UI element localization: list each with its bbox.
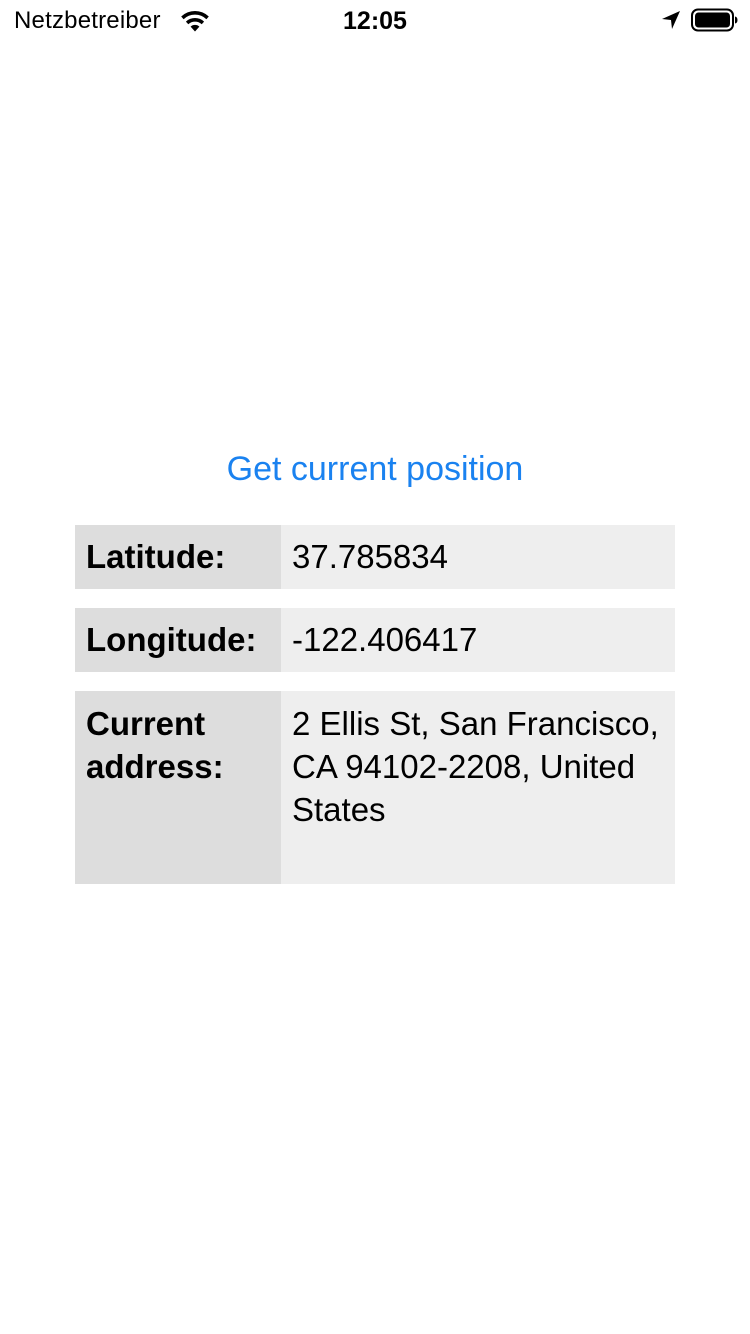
- longitude-label: Longitude:: [75, 608, 281, 672]
- latitude-value: 37.785834: [281, 525, 675, 589]
- location-arrow-icon: [662, 11, 680, 29]
- latitude-row: Latitude: 37.785834: [75, 525, 675, 589]
- address-value: 2 Ellis St, San Francisco, CA 94102-2208…: [281, 691, 675, 884]
- latitude-label: Latitude:: [75, 525, 281, 589]
- screen: Netzbetreiber 12:05 Get current position…: [0, 0, 750, 1334]
- status-bar: Netzbetreiber 12:05: [0, 0, 750, 40]
- status-time: 12:05: [343, 7, 407, 35]
- address-row: Current address: 2 Ellis St, San Francis…: [75, 691, 675, 884]
- address-label: Current address:: [75, 691, 281, 884]
- longitude-value: -122.406417: [281, 608, 675, 672]
- longitude-row: Longitude: -122.406417: [75, 608, 675, 672]
- get-current-position-button[interactable]: Get current position: [0, 447, 750, 491]
- battery-icon: [691, 8, 738, 32]
